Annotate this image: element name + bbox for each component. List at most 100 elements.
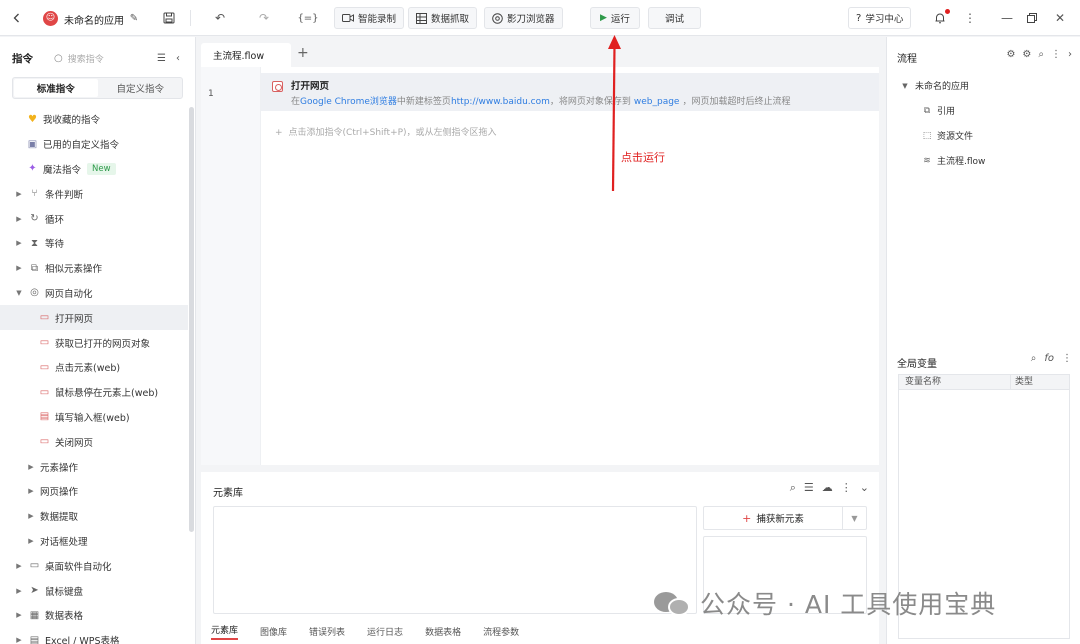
bottom-tab[interactable]: 元素库 (211, 623, 239, 640)
caret-right-icon[interactable]: ▶ (14, 587, 24, 595)
sidebar-item[interactable]: ▶ 网页操作 (0, 479, 188, 504)
caret-right-icon[interactable]: ▶ (14, 264, 24, 272)
branch-icon: ⑂ (31, 188, 38, 200)
back-icon[interactable] (6, 7, 28, 29)
caret-right-icon[interactable]: ▶ (14, 215, 24, 223)
scrollbar[interactable] (189, 107, 194, 532)
column-type: 类型 (1015, 377, 1034, 387)
caret-right-icon[interactable]: ▶ (26, 537, 36, 545)
chevron-right-icon[interactable]: › (1068, 49, 1072, 60)
run-button[interactable]: ▶ 运行 (590, 7, 640, 29)
browser-button[interactable]: 影刀浏览器 (484, 7, 563, 29)
caret-right-icon[interactable]: ▶ (26, 512, 36, 520)
function-icon[interactable]: fo (1044, 353, 1054, 364)
table-grid-icon (416, 12, 427, 24)
sidebar-item[interactable]: ▶ ➤ 鼠标键盘 (0, 578, 188, 603)
caret-right-icon[interactable]: ▶ (14, 190, 24, 198)
close-icon[interactable]: ✕ (1049, 7, 1071, 29)
sidebar-item[interactable]: ▶ 数据提取 (0, 504, 188, 529)
caret-right-icon[interactable]: ▶ (14, 611, 24, 619)
sort-icon[interactable]: ☰ (157, 53, 166, 64)
sidebar-item[interactable]: ▶ ▦ 数据表格 (0, 603, 188, 628)
sidebar-item[interactable]: ▭ 打开网页 (0, 305, 188, 331)
edit-name-icon[interactable]: ✎ (123, 7, 145, 29)
tab-standard[interactable]: 标准指令 (14, 79, 98, 97)
bottom-tab[interactable]: 数据表格 (425, 625, 461, 638)
sidebar-item[interactable]: ▭ 获取已打开的网页对象 (0, 330, 188, 355)
sidebar-item[interactable]: ♥ 我收藏的指令 (0, 107, 188, 132)
cloud-upload-icon[interactable]: ☁ (822, 481, 833, 495)
tree-main-flow[interactable]: ≋ 主流程.flow (899, 148, 985, 173)
collapse-icon[interactable]: ‹ (176, 53, 180, 64)
caret-right-icon[interactable]: ▶ (14, 239, 24, 247)
sidebar-item[interactable]: ▶ ⧉ 相似元素操作 (0, 256, 188, 281)
caret-right-icon[interactable]: ▶ (26, 487, 36, 495)
search-box[interactable]: ○ 搜索指令 (50, 48, 150, 68)
caret-down-icon[interactable]: ▼ (14, 289, 24, 297)
sidebar-item[interactable]: ▼ ◎ 网页自动化 (0, 281, 188, 306)
caret-right-icon[interactable]: ▶ (26, 463, 36, 471)
sidebar-item[interactable]: ▶ 元素操作 (0, 454, 188, 479)
sidebar-item-label: 网页操作 (40, 487, 79, 499)
more-vertical-icon[interactable]: ⋮ (1062, 353, 1072, 364)
data-capture-button[interactable]: 数据抓取 (408, 7, 478, 29)
bottom-tab[interactable]: 流程参数 (483, 625, 519, 638)
sidebar-item[interactable]: ▶ ⧗ 等待 (0, 231, 188, 256)
capture-main[interactable]: + 捕获新元素 (704, 511, 842, 526)
tree-app[interactable]: ▼ 未命名的应用 (899, 73, 985, 98)
more-vertical-icon[interactable]: ⋮ (959, 7, 981, 29)
chevron-down-icon[interactable]: ⌄ (860, 481, 869, 495)
sidebar-item[interactable]: ▶ ▤ Excel / WPS表格 (0, 628, 188, 644)
tree-reference[interactable]: ⧉ 引用 (899, 98, 985, 123)
chevron-down-icon[interactable]: ▼ (842, 507, 866, 529)
sidebar-item[interactable]: ▶ 对话框处理 (0, 529, 188, 554)
bottom-tab[interactable]: 运行日志 (367, 625, 403, 638)
search-icon[interactable]: ⌕ (790, 481, 796, 495)
save-icon[interactable] (158, 7, 180, 29)
tab-custom[interactable]: 自定义指令 (99, 78, 183, 98)
sidebar-item[interactable]: ▶ ⑂ 条件判断 (0, 181, 188, 206)
divider (190, 10, 191, 26)
capture-element-button[interactable]: + 捕获新元素 ▼ (703, 506, 867, 530)
tab-main-flow[interactable]: 主流程.flow (201, 43, 291, 67)
undo-icon[interactable]: ↶ (209, 7, 231, 29)
sidebar-item[interactable]: ▶ ▭ 桌面软件自动化 (0, 553, 188, 578)
bottom-tab[interactable]: 错误列表 (309, 625, 345, 638)
smart-record-button[interactable]: 智能录制 (334, 7, 405, 29)
settings-icon[interactable]: ⚙ (1022, 49, 1031, 60)
minimize-icon[interactable]: — (996, 7, 1018, 29)
sort-icon[interactable]: ☰ (804, 481, 814, 495)
debug-button[interactable]: 调试 (648, 7, 702, 29)
add-tab-icon[interactable]: + (297, 45, 309, 61)
variable-icon[interactable]: {=} (297, 7, 319, 29)
plus-icon: + (275, 128, 283, 138)
learning-center-button[interactable]: ? 学习中心 (848, 7, 912, 29)
capture-label: 捕获新元素 (756, 514, 804, 525)
search-icon: ○ (54, 52, 63, 64)
sidebar-item[interactable]: ▭ 点击元素(web) (0, 355, 188, 380)
caret-down-icon: ▼ (902, 81, 908, 90)
link-icon: ⧉ (923, 105, 931, 116)
restore-icon[interactable] (1021, 7, 1043, 29)
add-flow-icon[interactable]: ⚙ (1006, 49, 1015, 60)
more-vertical-icon[interactable]: ⋮ (841, 481, 852, 495)
global-variables-title: 全局变量 (897, 359, 937, 370)
more-vertical-icon[interactable]: ⋮ (1051, 49, 1061, 60)
sidebar-item[interactable]: ▣ 已用的自定义指令 (0, 132, 188, 157)
command-title: 打开网页 (291, 81, 330, 92)
bottom-tab[interactable]: 图像库 (260, 625, 287, 638)
element-list[interactable] (213, 506, 697, 614)
redo-icon[interactable]: ↷ (253, 7, 275, 29)
caret-right-icon[interactable]: ▶ (14, 562, 24, 570)
command-block[interactable]: 打开网页 在Google Chrome浏览器中新建标签页http://www.b… (261, 73, 879, 111)
search-icon[interactable]: ⌕ (1038, 49, 1044, 60)
sidebar-item[interactable]: ▤ 填写输入框(web) (0, 405, 188, 430)
add-command-hint[interactable]: + 点击添加指令(Ctrl+Shift+P)，或从左侧指令区拖入 (275, 125, 497, 138)
caret-right-icon[interactable]: ▶ (14, 636, 24, 644)
sidebar-item[interactable]: ▭ 关闭网页 (0, 429, 188, 454)
tree-resources[interactable]: ⬚ 资源文件 (899, 123, 985, 148)
search-icon[interactable]: ⌕ (1031, 353, 1037, 364)
sidebar-item[interactable]: ▶ ↻ 循环 (0, 206, 188, 231)
sidebar-item[interactable]: ✦ 魔法指令 New (0, 157, 188, 182)
sidebar-item[interactable]: ▭ 鼠标悬停在元素上(web) (0, 380, 188, 405)
